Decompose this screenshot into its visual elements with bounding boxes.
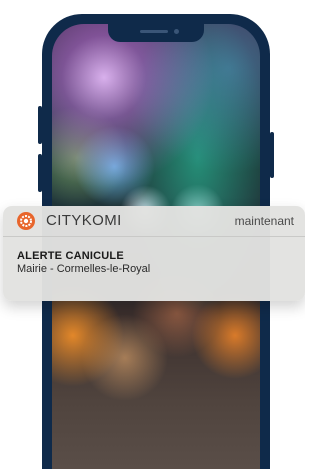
front-camera [174, 29, 179, 34]
volume-up-button [38, 106, 42, 144]
citykomi-logo-icon [17, 212, 35, 230]
notification-app-name: CITYKOMI [46, 212, 122, 229]
notification-title: ALERTE CANICULE [17, 250, 124, 262]
push-notification[interactable]: CITYKOMI maintenant ALERTE CANICULE Mair… [3, 206, 305, 301]
speaker-grille [140, 30, 168, 33]
power-button [270, 132, 274, 178]
marketing-illustration: CITYKOMI maintenant ALERTE CANICULE Mair… [0, 0, 305, 469]
notification-timestamp: maintenant [234, 214, 294, 228]
phone-notch [108, 24, 204, 42]
volume-down-button [38, 154, 42, 192]
notification-header: CITYKOMI maintenant [3, 206, 305, 237]
notification-body: Mairie - Cormelles-le-Royal [17, 263, 151, 275]
